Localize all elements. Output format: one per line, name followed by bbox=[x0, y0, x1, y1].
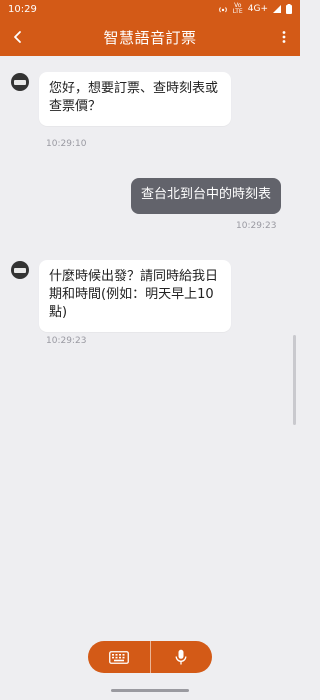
signal-icon bbox=[273, 5, 281, 13]
chevron-left-icon bbox=[14, 31, 21, 43]
status-icons: Vo LTE 4G+ bbox=[218, 3, 292, 15]
bot-avatar bbox=[11, 261, 29, 279]
keyboard-button[interactable] bbox=[88, 641, 150, 673]
home-indicator[interactable] bbox=[111, 689, 189, 692]
chat-area[interactable]: 您好，想要訂票、查時刻表或查票價？ 10:29:10 查台北到台中的時刻表 10… bbox=[0, 56, 300, 640]
status-time: 10:29 bbox=[8, 3, 37, 15]
scrollbar-thumb[interactable] bbox=[293, 335, 296, 425]
more-vertical-icon bbox=[282, 31, 286, 43]
user-message-bubble: 查台北到台中的時刻表 bbox=[131, 178, 281, 214]
input-toggle-bar bbox=[88, 641, 212, 673]
microphone-button[interactable] bbox=[151, 641, 213, 673]
bot-logo-icon bbox=[14, 79, 26, 85]
bot-avatar bbox=[11, 73, 29, 91]
keyboard-icon bbox=[108, 650, 129, 664]
message-text: 查台北到台中的時刻表 bbox=[141, 187, 272, 202]
network-type: 4G+ bbox=[247, 4, 268, 14]
hotspot-icon bbox=[218, 7, 227, 13]
volte-icon: Vo LTE bbox=[232, 2, 243, 15]
message-timestamp: 10:29:10 bbox=[46, 139, 87, 149]
bot-message-bubble: 什麼時候出發？請同時給我日期和時間(例如：明天早上10點) bbox=[39, 260, 231, 332]
app-bar: 智慧語音訂票 bbox=[0, 18, 300, 56]
back-button[interactable] bbox=[6, 25, 30, 49]
message-text: 您好，想要訂票、查時刻表或查票價？ bbox=[49, 81, 219, 114]
more-options-button[interactable] bbox=[276, 25, 292, 49]
message-timestamp: 10:29:23 bbox=[46, 336, 87, 346]
microphone-icon bbox=[175, 649, 187, 664]
message-timestamp: 10:29:23 bbox=[236, 221, 277, 231]
page-title: 智慧語音訂票 bbox=[103, 28, 197, 47]
bot-logo-icon bbox=[14, 267, 26, 273]
battery-icon bbox=[286, 4, 292, 14]
bot-message-bubble: 您好，想要訂票、查時刻表或查票價？ bbox=[39, 72, 231, 126]
status-bar: 10:29 Vo LTE 4G+ bbox=[0, 0, 300, 18]
message-text: 什麼時候出發？請同時給我日期和時間(例如：明天早上10點) bbox=[49, 269, 219, 320]
